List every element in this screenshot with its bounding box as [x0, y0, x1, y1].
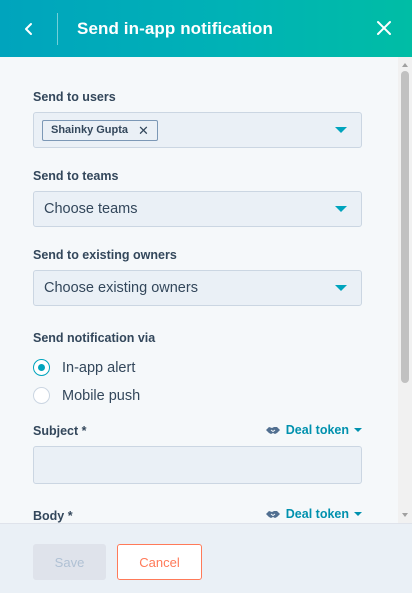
- user-tag-label: Shainky Gupta: [51, 124, 129, 136]
- panel-header: Send in-app notification: [0, 0, 412, 57]
- panel-title: Send in-app notification: [77, 18, 273, 38]
- save-button[interactable]: Save: [33, 544, 106, 580]
- back-button[interactable]: [0, 0, 57, 57]
- chevron-down-icon: [335, 285, 347, 291]
- send-to-users-label: Send to users: [33, 90, 116, 104]
- header-divider: [57, 12, 58, 45]
- subject-deal-token-link[interactable]: Deal token: [265, 423, 362, 437]
- remove-tag-icon[interactable]: ✕: [138, 124, 149, 137]
- send-to-users-select[interactable]: Shainky Gupta ✕: [33, 112, 362, 148]
- scroll-up-arrow-icon[interactable]: [402, 63, 408, 67]
- chevron-down-icon: [335, 127, 347, 133]
- scroll-down-arrow-icon[interactable]: [402, 513, 408, 517]
- radio-in-app-alert[interactable]: In-app alert: [33, 359, 135, 376]
- radio-unchecked-icon: [33, 387, 50, 404]
- close-icon: [377, 21, 391, 35]
- body-deal-token-label: Deal token: [285, 507, 349, 521]
- send-to-owners-label: Send to existing owners: [33, 248, 177, 262]
- radio-mobile-push[interactable]: Mobile push: [33, 387, 140, 404]
- handshake-icon: [265, 511, 280, 518]
- subject-label: Subject *: [33, 424, 87, 438]
- subject-input[interactable]: [33, 446, 362, 484]
- caret-down-icon: [354, 512, 362, 516]
- send-to-teams-label: Send to teams: [33, 169, 119, 183]
- send-to-teams-select[interactable]: Choose teams: [33, 191, 362, 227]
- scrollbar-thumb[interactable]: [401, 71, 409, 383]
- close-button[interactable]: [370, 14, 398, 42]
- caret-down-icon: [354, 428, 362, 432]
- radio-mobile-push-label: Mobile push: [62, 387, 141, 404]
- chevron-down-icon: [335, 206, 347, 212]
- subject-deal-token-label: Deal token: [285, 423, 349, 437]
- send-to-owners-placeholder: Choose existing owners: [44, 280, 198, 296]
- form-body: Send to users Shainky Gupta ✕ Send to te…: [0, 57, 398, 523]
- send-to-teams-placeholder: Choose teams: [44, 201, 138, 217]
- chevron-left-icon: [24, 22, 32, 35]
- user-tag: Shainky Gupta ✕: [42, 119, 158, 141]
- cancel-button[interactable]: Cancel: [117, 544, 202, 580]
- notification-via-label: Send notification via: [33, 331, 156, 345]
- body-label: Body *: [33, 509, 73, 523]
- panel-footer: Save Cancel: [0, 523, 412, 593]
- scrollbar[interactable]: [398, 57, 412, 523]
- handshake-icon: [265, 427, 280, 434]
- body-deal-token-link[interactable]: Deal token: [265, 507, 362, 521]
- radio-checked-icon: [33, 359, 50, 376]
- radio-in-app-alert-label: In-app alert: [62, 359, 136, 376]
- send-to-owners-select[interactable]: Choose existing owners: [33, 270, 362, 306]
